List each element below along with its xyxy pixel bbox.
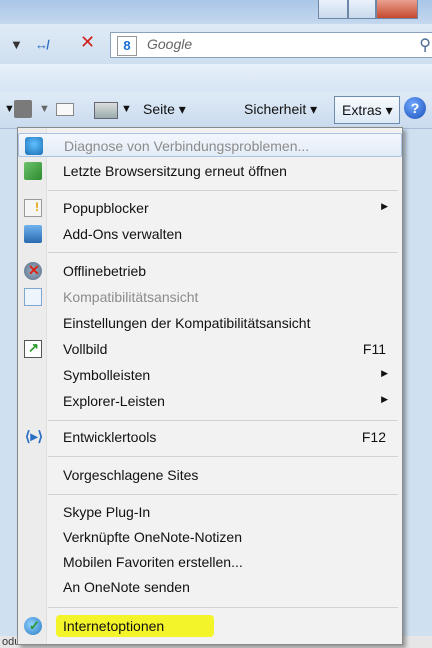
minimize-button[interactable] [318, 0, 348, 19]
menu-item-compatibility-settings[interactable]: Einstellungen der Kompatibilitätsansicht [18, 311, 402, 335]
mail-icon[interactable] [56, 103, 74, 116]
menu-item-label: Offlinebetrieb [63, 263, 147, 279]
rss-feed-icon[interactable] [14, 100, 32, 118]
help-icon[interactable]: ? [404, 97, 426, 119]
menu-item-internet-options[interactable]: ✓ Internetoptionen [18, 614, 402, 638]
menu-item-label: Internetoptionen [63, 618, 165, 634]
print-dropdown-icon[interactable]: ▼ [121, 103, 132, 115]
rss-dropdown-icon[interactable]: ▼ [39, 103, 50, 115]
fullscreen-icon: ↗ [24, 340, 42, 358]
menu-item-label: Add-Ons verwalten [63, 226, 183, 242]
menu-item-label: Verknüpfte OneNote-Notizen [63, 529, 242, 545]
search-box[interactable]: 8 Google ⚲ [110, 32, 432, 58]
menu-item-addons[interactable]: Add-Ons verwalten [18, 222, 402, 246]
compatibility-icon [24, 288, 42, 306]
menu-item-linked-onenote[interactable]: Verknüpfte OneNote-Notizen [18, 525, 402, 549]
menu-item-toolbars[interactable]: Symbolleisten ▶ [18, 363, 402, 387]
menu-item-reopen-session[interactable]: Letzte Browsersitzung erneut öffnen [18, 159, 402, 183]
developer-tools-icon: ⟨▸⟩ [25, 428, 43, 444]
offline-icon: ✕ [24, 262, 42, 280]
addons-icon [24, 225, 42, 243]
submenu-arrow-icon: ▶ [381, 368, 388, 378]
submenu-arrow-icon: ▶ [381, 201, 388, 211]
menu-item-developer-tools[interactable]: ⟨▸⟩ Entwicklertools F12 [18, 425, 402, 449]
menu-item-suggested-sites[interactable]: Vorgeschlagene Sites [18, 463, 402, 487]
search-input[interactable]: Google [147, 36, 192, 52]
menu-item-mobile-favorites[interactable]: Mobilen Favoriten erstellen... [18, 550, 402, 574]
menu-item-label: Explorer-Leisten [63, 393, 165, 409]
menu-separator [48, 190, 398, 191]
internet-options-icon: ✓ [24, 617, 42, 635]
extras-dropdown-menu: Diagnose von Verbindungsproblemen... Let… [17, 127, 403, 645]
menu-item-popupblocker[interactable]: ! Popupblocker ▶ [18, 196, 402, 220]
print-icon[interactable] [94, 102, 118, 119]
sicherheit-menu[interactable]: Sicherheit ▾ [244, 101, 317, 118]
refresh-icon[interactable]: ↮ [35, 37, 48, 52]
favorites-bar [0, 64, 432, 93]
dropdown-arrow-icon[interactable]: ▼ [10, 37, 23, 52]
shortcut-label: F11 [362, 341, 386, 357]
menu-separator [48, 420, 398, 421]
stop-icon[interactable]: ✕ [80, 32, 95, 53]
maximize-button[interactable] [348, 0, 376, 19]
menu-item-fullscreen[interactable]: ↗ Vollbild F11 [18, 337, 402, 361]
menu-item-label: Entwicklertools [63, 429, 157, 445]
menu-item-label: An OneNote senden [63, 579, 190, 595]
menu-item-label: Skype Plug-In [63, 504, 151, 520]
menu-item-send-to-onenote[interactable]: An OneNote senden [18, 575, 402, 599]
submenu-arrow-icon: ▶ [381, 394, 388, 404]
menu-item-compatibility-view[interactable]: Kompatibilitätsansicht [18, 285, 402, 309]
menu-item-label: Symbolleisten [63, 367, 151, 383]
close-window-button[interactable] [376, 0, 418, 19]
menu-item-label: Kompatibilitätsansicht [63, 289, 199, 305]
menu-item-label: Mobilen Favoriten erstellen... [63, 554, 243, 570]
menu-item-offline[interactable]: ✕ Offlinebetrieb [18, 259, 402, 283]
extras-label: Extras ▾ [342, 102, 393, 118]
menu-separator [48, 607, 398, 608]
menu-item-label: Vollbild [63, 341, 108, 357]
menu-item-label: Popupblocker [63, 200, 149, 216]
menu-item-label: Diagnose von Verbindungsproblemen... [64, 138, 310, 154]
menu-item-label: Letzte Browsersitzung erneut öffnen [63, 163, 287, 179]
shortcut-label: F12 [361, 429, 386, 445]
google-icon: 8 [117, 36, 137, 56]
title-bar [0, 0, 432, 24]
reopen-session-icon [24, 162, 42, 180]
popup-blocker-icon: ! [24, 199, 42, 217]
menu-item-diagnose[interactable]: Diagnose von Verbindungsproblemen... [18, 133, 402, 157]
menu-item-explorer-bars[interactable]: Explorer-Leisten ▶ [18, 389, 402, 413]
seite-menu[interactable]: Seite ▾ [143, 101, 186, 118]
network-diagnose-icon [25, 137, 43, 155]
search-icon[interactable]: ⚲ [419, 35, 431, 55]
extras-menu-button[interactable]: Extras ▾ [334, 96, 400, 124]
address-row: ▼ ↮ ✕ 8 Google ⚲ [0, 24, 432, 64]
menu-item-label: Einstellungen der Kompatibilitätsansicht [63, 315, 311, 331]
menu-item-skype-plugin[interactable]: Skype Plug-In [18, 500, 402, 524]
menu-item-label: Vorgeschlagene Sites [63, 467, 199, 483]
menu-separator [48, 494, 398, 495]
menu-separator [48, 252, 398, 253]
menu-separator [48, 456, 398, 457]
command-bar: ▼ ▼ ▼ Seite ▾ Sicherheit ▾ Extras ▾ ? [0, 92, 432, 129]
